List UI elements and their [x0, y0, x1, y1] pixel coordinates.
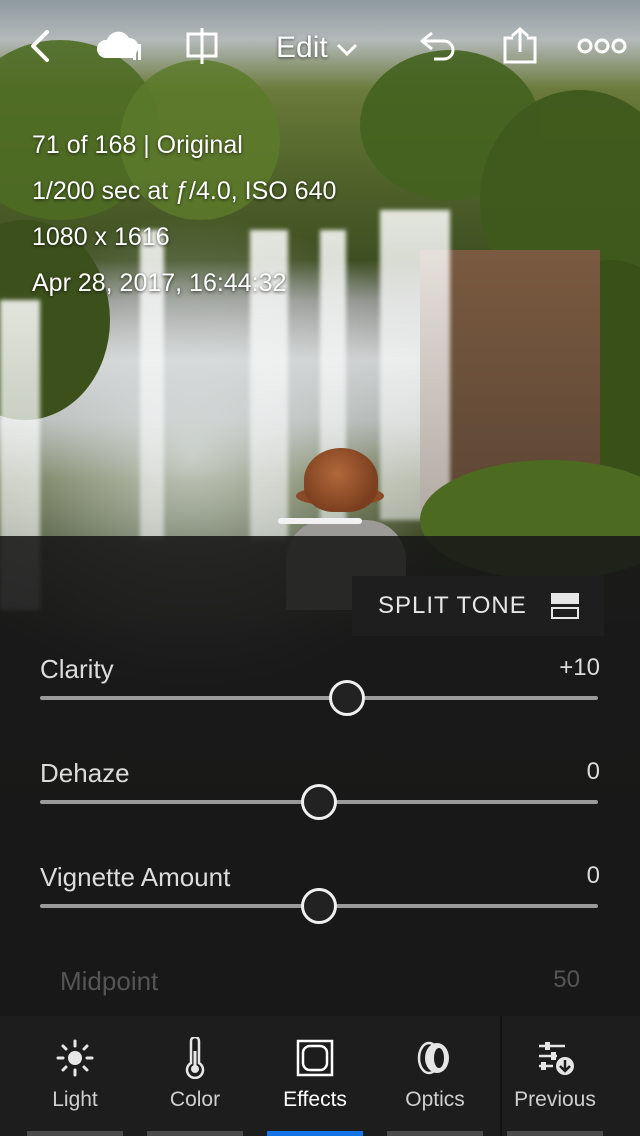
tab-effects[interactable]: Effects [267, 1016, 363, 1136]
tab-light[interactable]: Light [27, 1016, 123, 1136]
split-tone-icon [550, 592, 580, 620]
tab-label: Light [52, 1088, 98, 1111]
thermometer-icon [173, 1036, 217, 1080]
tab-color[interactable]: Color [147, 1016, 243, 1136]
effects-panel: SPLIT TONE Clarity +10 Dehaze 0 Vignette… [0, 536, 640, 1016]
tab-label: Optics [405, 1088, 465, 1111]
slider-value: 0 [586, 862, 600, 889]
slider-value: 0 [586, 758, 600, 785]
share-icon[interactable] [496, 22, 544, 70]
split-tone-button[interactable]: SPLIT TONE [352, 576, 604, 636]
slider-value: +10 [559, 654, 600, 681]
cloud-sync-icon[interactable] [94, 22, 146, 70]
dimensions-info: 1080 x 1616 [32, 223, 170, 251]
more-icon[interactable] [574, 22, 630, 70]
slider-label: Vignette Amount [40, 862, 231, 892]
slider-label: Dehaze [40, 758, 130, 788]
slider-thumb[interactable] [301, 888, 337, 924]
chevron-down-icon [336, 31, 358, 65]
top-toolbar: Edit [0, 0, 640, 92]
photo-info-overlay: 71 of 168 | Original 1/200 sec at ƒ/4.0,… [32, 122, 336, 306]
photo-count-label: 71 of 168 | Original [32, 131, 243, 159]
slider-thumb[interactable] [301, 784, 337, 820]
lens-icon [413, 1036, 457, 1080]
slider-label: Midpoint [60, 966, 159, 996]
sliders-download-icon [533, 1036, 577, 1080]
tab-label: Color [169, 1088, 221, 1111]
sun-icon [53, 1036, 97, 1080]
tab-optics[interactable]: Optics [387, 1016, 483, 1136]
panel-drag-handle[interactable] [278, 518, 362, 524]
vignette-icon [293, 1036, 337, 1080]
tab-divider [500, 1016, 502, 1136]
edit-label: Edit [276, 31, 328, 64]
back-chevron-icon[interactable] [16, 22, 64, 70]
tab-previous[interactable]: Previous [507, 1016, 603, 1136]
tab-label: Previous [514, 1088, 596, 1111]
compare-icon[interactable] [178, 22, 226, 70]
slider-label: Clarity [40, 654, 114, 684]
slider-thumb[interactable] [328, 680, 365, 716]
exposure-info: 1/200 sec at ƒ/4.0, ISO 640 [32, 177, 337, 205]
undo-icon[interactable] [414, 22, 462, 70]
tab-label: Effects [283, 1088, 347, 1111]
split-tone-label: SPLIT TONE [378, 592, 527, 619]
bottom-tab-bar: Light Color Effects Optics Previous [0, 1016, 640, 1136]
slider-value: 50 [553, 966, 580, 993]
capture-date: Apr 28, 2017, 16:44:32 [32, 269, 287, 297]
edit-mode-dropdown[interactable]: Edit [276, 28, 358, 68]
slider-track[interactable] [40, 696, 598, 700]
